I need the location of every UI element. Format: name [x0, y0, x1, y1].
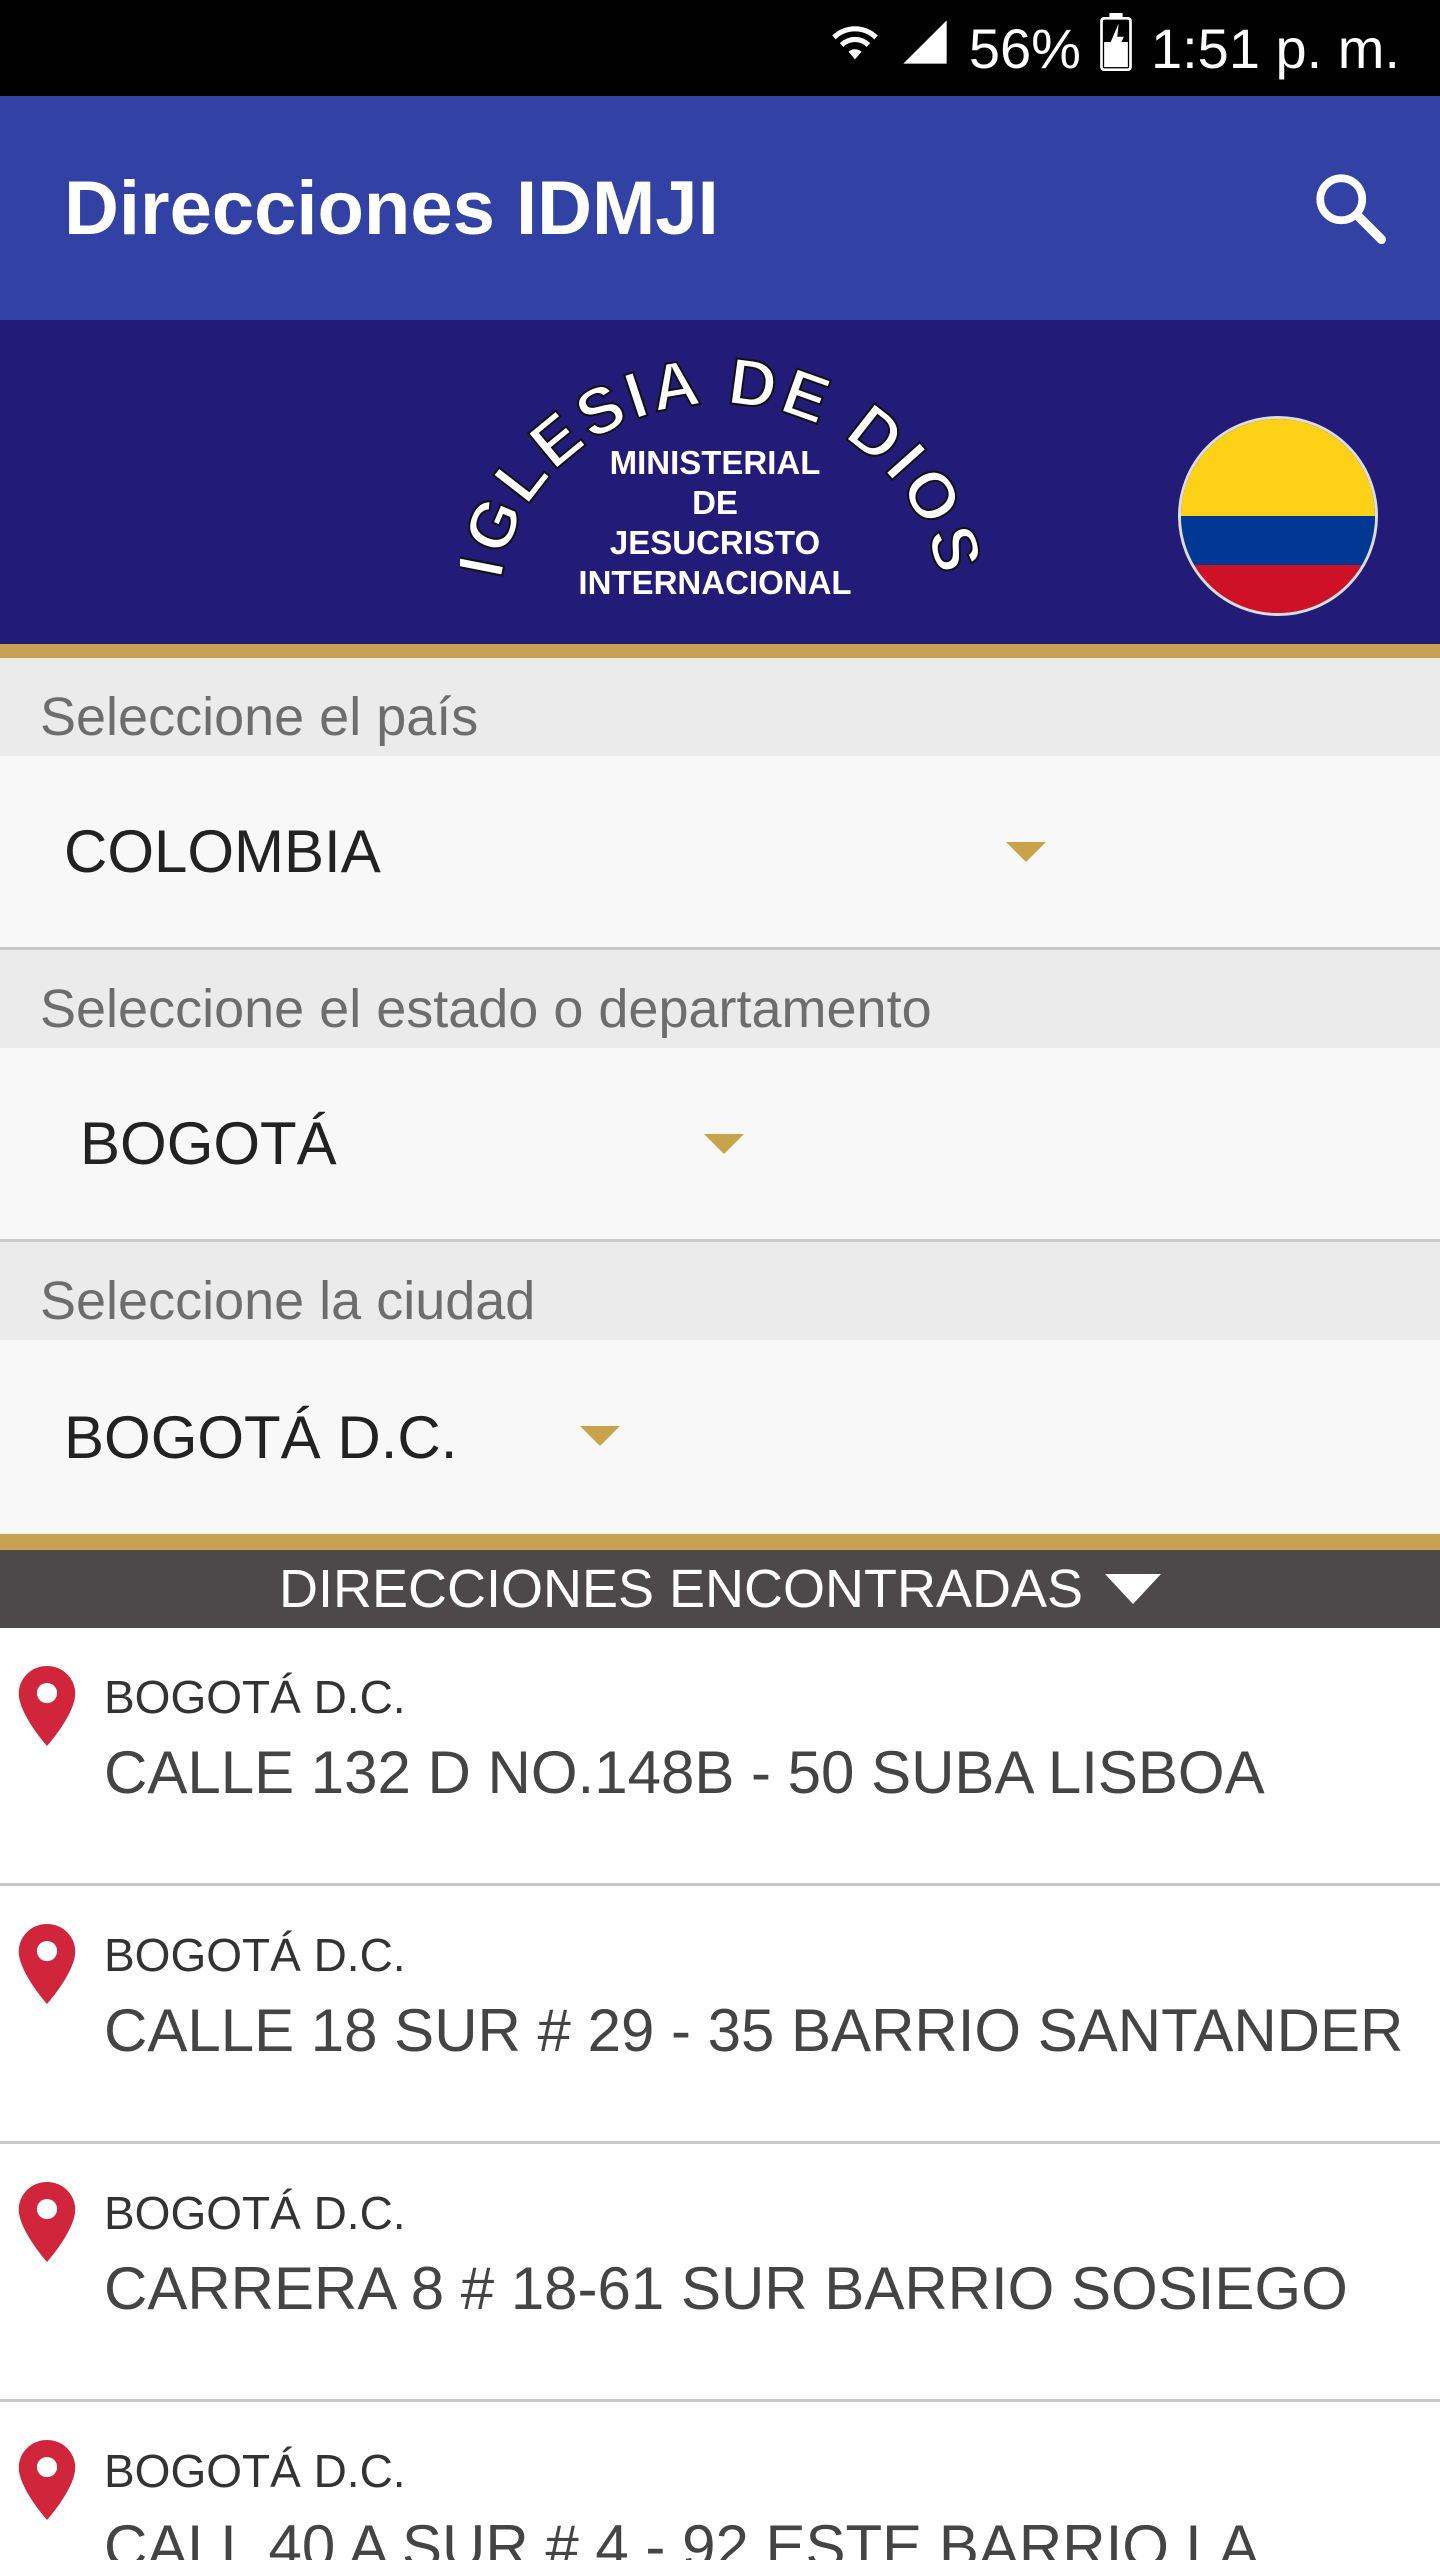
location-pin-icon	[18, 1666, 76, 1746]
app-title: Direcciones IDMJI	[64, 165, 719, 251]
state-label: Seleccione el estado o departamento	[0, 950, 1440, 1048]
logo-line: JESUCRISTO	[610, 524, 820, 561]
state-value: BOGOTÁ	[80, 1110, 337, 1177]
country-select[interactable]: COLOMBIA	[0, 756, 1440, 950]
state-select[interactable]: BOGOTÁ	[0, 1048, 1440, 1242]
address-city: BOGOTÁ D.C.	[104, 1929, 406, 1981]
status-bar: 56% 1:51 p. m.	[0, 0, 1440, 96]
expand-arrow-icon	[1105, 1574, 1162, 1604]
address-item[interactable]: BOGOTÁ D.C. CARRERA 8 # 18-61 SUR BARRIO…	[0, 2144, 1440, 2402]
banner: IGLESIA DE DIOS MINISTERIAL DE JESUCRIST…	[0, 320, 1440, 658]
colombia-flag	[1178, 416, 1378, 616]
divider	[0, 1534, 1440, 1550]
address-street: CALLE 132 D NO.148B - 50 SUBA LISBOA	[104, 1739, 1265, 1806]
address-city: BOGOTÁ D.C.	[104, 1671, 406, 1723]
signal-icon	[899, 16, 951, 81]
battery-percent: 56%	[968, 16, 1081, 80]
state-dropdown-arrow-icon	[704, 1134, 744, 1154]
city-value: BOGOTÁ D.C.	[64, 1403, 458, 1471]
city-select[interactable]: BOGOTÁ D.C.	[0, 1340, 1440, 1534]
city-label: Seleccione la ciudad	[0, 1242, 1440, 1340]
logo-line: INTERNACIONAL	[578, 564, 851, 601]
logo-line: DE	[692, 484, 738, 521]
location-pin-icon	[18, 1924, 76, 2004]
location-pin-icon	[18, 2182, 76, 2262]
address-item[interactable]: BOGOTÁ D.C. CALLE 132 D NO.148B - 50 SUB…	[0, 1628, 1440, 1886]
address-street: CALLE 18 SUR # 29 - 35 BARRIO SANTANDER	[104, 1997, 1404, 2064]
address-item[interactable]: BOGOTÁ D.C. CALL 40 A SUR # 4 - 92 ESTE …	[0, 2402, 1440, 2560]
city-dropdown-arrow-icon	[580, 1426, 620, 1446]
logo-line: MINISTERIAL	[610, 444, 821, 481]
country-label: Seleccione el país	[0, 658, 1440, 756]
results-header[interactable]: DIRECCIONES ENCONTRADAS	[0, 1550, 1440, 1628]
address-street: CARRERA 8 # 18-61 SUR BARRIO SOSIEGO	[104, 2255, 1348, 2322]
clock: 1:51 p. m.	[1150, 16, 1400, 80]
location-pin-icon	[18, 2440, 76, 2520]
results-header-label: DIRECCIONES ENCONTRADAS	[278, 1559, 1084, 1619]
wifi-icon	[829, 16, 881, 81]
address-item[interactable]: BOGOTÁ D.C. CALLE 18 SUR # 29 - 35 BARRI…	[0, 1886, 1440, 2144]
church-logo: IGLESIA DE DIOS MINISTERIAL DE JESUCRIST…	[441, 342, 994, 644]
search-icon	[1316, 174, 1387, 245]
address-city: BOGOTÁ D.C.	[104, 2445, 406, 2497]
search-button[interactable]	[1300, 158, 1400, 258]
country-dropdown-arrow-icon	[1006, 842, 1046, 862]
address-city: BOGOTÁ D.C.	[104, 2187, 406, 2239]
country-value: COLOMBIA	[64, 818, 381, 885]
app-bar: Direcciones IDMJI	[0, 96, 1440, 320]
battery-icon	[1099, 12, 1133, 84]
address-street: CALL 40 A SUR # 4 - 92 ESTE BARRIO LA	[104, 2513, 1259, 2560]
